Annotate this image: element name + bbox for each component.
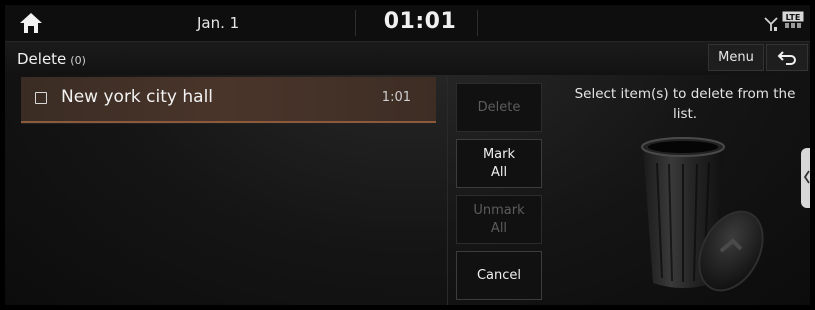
home-icon[interactable] [17,11,45,35]
list-item[interactable]: New york city hall 1:01 [21,77,436,123]
list-divider [21,123,436,124]
lte-icon: LTE [782,11,804,28]
back-arrow-icon [777,50,796,65]
menu-button[interactable]: Menu [708,44,764,71]
status-bar: Jan. 1 01:01 LTE [5,5,810,41]
clock: 01:01 [383,9,457,34]
action-panel: Delete Mark All Unmark All Cancel [447,77,549,305]
status-separator [477,10,478,36]
trash-can-icon [641,137,764,292]
delete-button-label: Delete [477,99,521,115]
cancel-button[interactable]: Cancel [456,251,542,300]
signal-icon [764,17,778,31]
status-separator [355,10,356,36]
page-title: Delete (0) [17,50,86,68]
network-badge-text: LTE [786,13,801,22]
back-button[interactable] [766,44,808,71]
unmark-all-button[interactable]: Unmark All [456,195,542,244]
unmark-all-label: Unmark All [473,202,525,236]
page-title-text: Delete [17,50,67,68]
instruction-text: Select item(s) to delete from the list. [574,86,796,122]
item-time: 1:01 [381,90,411,105]
screen: Jan. 1 01:01 LTE Delete (0) Menu New yor… [5,5,810,305]
side-panel-handle[interactable] [801,148,810,208]
item-label: New york city hall [61,87,214,107]
mark-all-label: Mark All [482,146,516,180]
chevron-left-icon [803,170,810,184]
cancel-button-label: Cancel [476,267,522,283]
item-checkbox[interactable] [35,92,47,104]
selection-count: (0) [70,54,86,67]
title-bar: Delete (0) Menu [5,41,810,75]
mark-all-button[interactable]: Mark All [456,139,542,188]
date-label: Jan. 1 [197,14,240,32]
delete-button[interactable]: Delete [456,83,542,132]
